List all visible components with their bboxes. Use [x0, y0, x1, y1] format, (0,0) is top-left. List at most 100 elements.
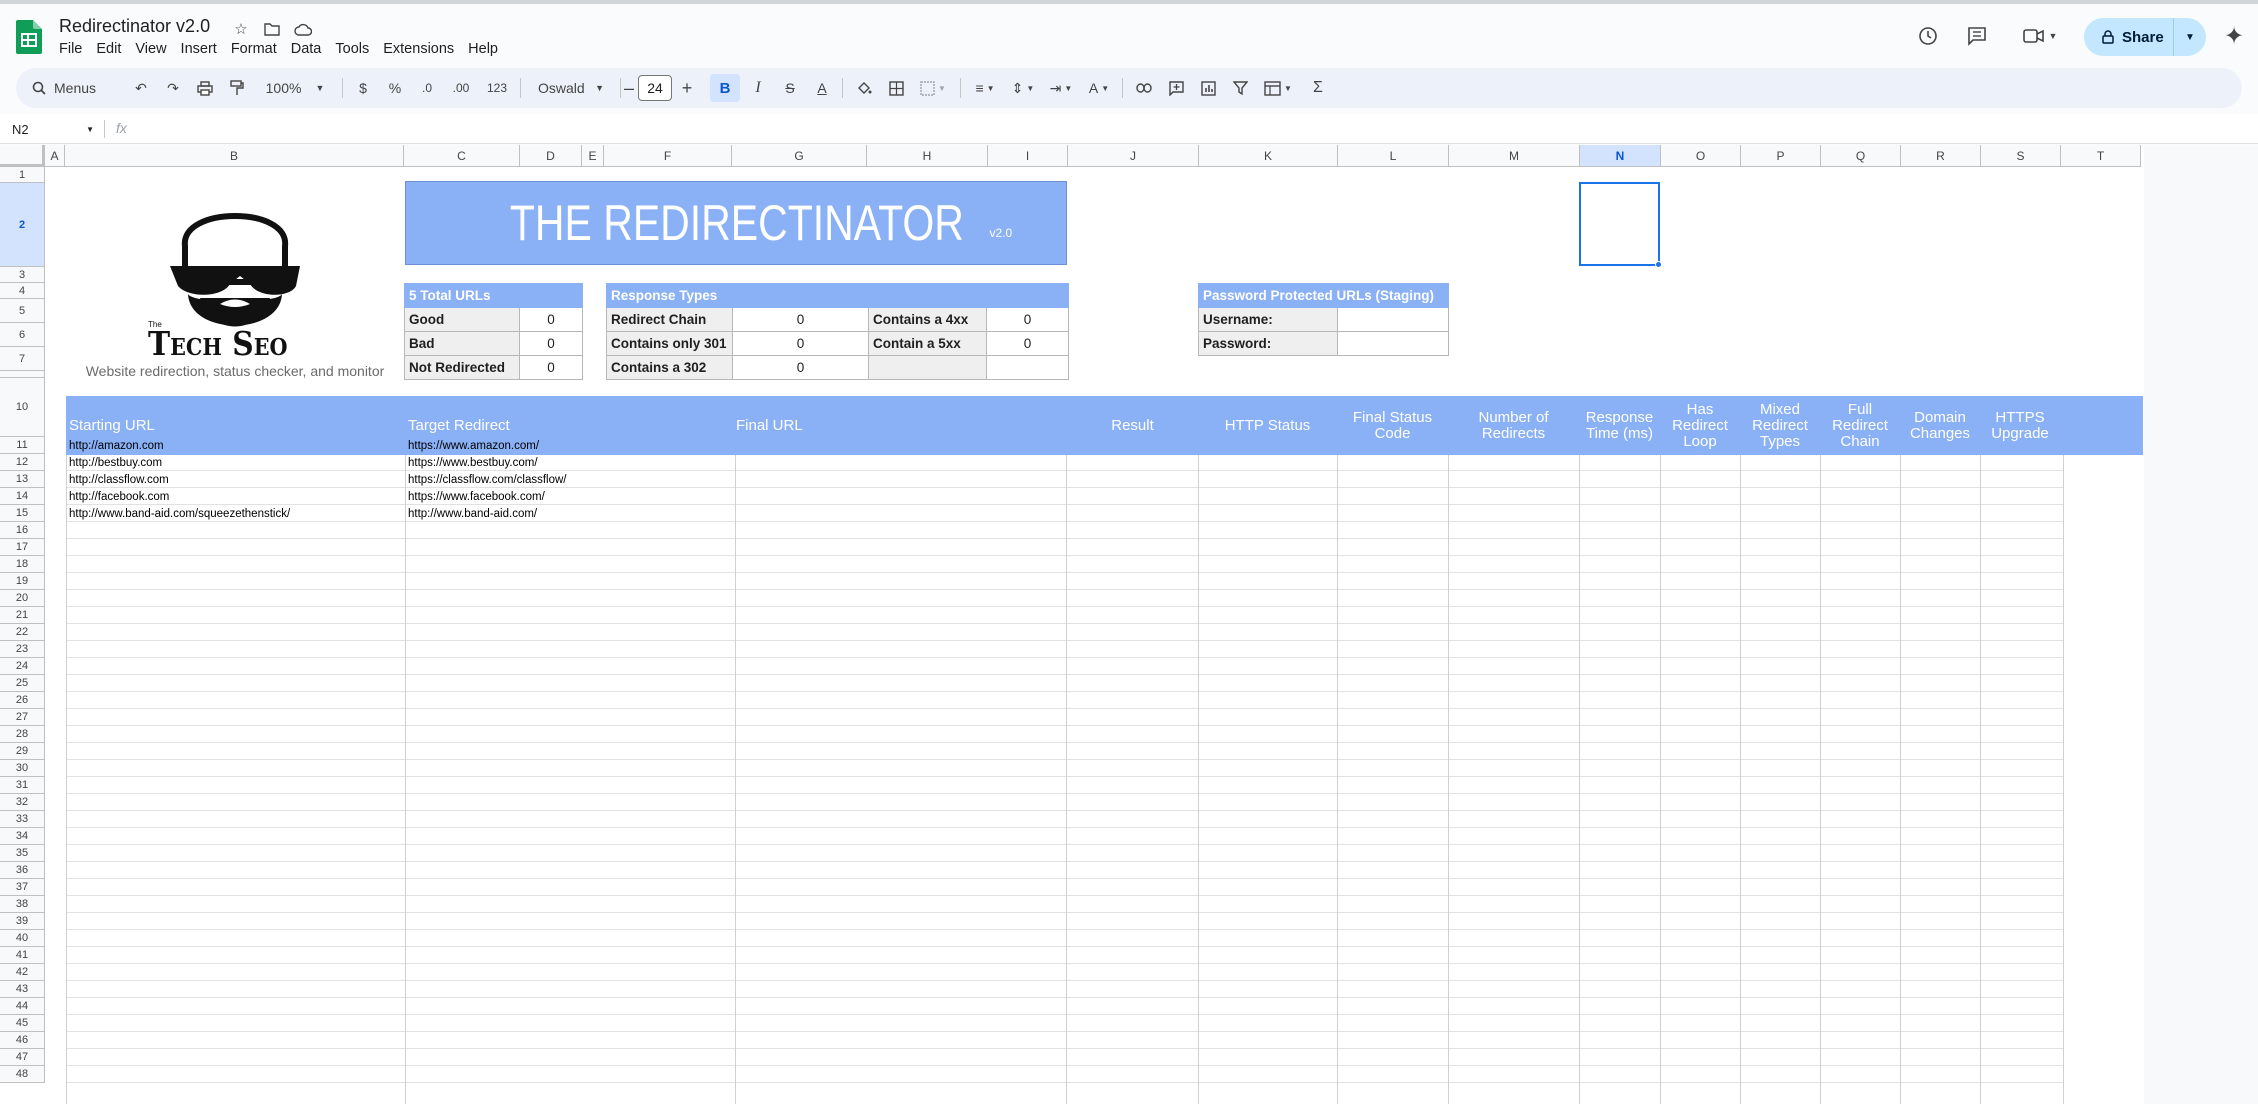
star-icon[interactable]: ☆: [230, 18, 252, 40]
row-header[interactable]: 27: [0, 709, 45, 726]
column-header-a[interactable]: A: [45, 145, 65, 167]
document-title[interactable]: Redirectinator v2.0: [59, 16, 210, 37]
row-header[interactable]: 14: [0, 488, 45, 505]
row-header[interactable]: 5: [0, 299, 45, 323]
column-header-r[interactable]: R: [1901, 145, 1981, 167]
font-size-increase-button[interactable]: +: [676, 68, 698, 108]
row-header[interactable]: 13: [0, 471, 45, 488]
row-header[interactable]: 22: [0, 624, 45, 641]
row-header[interactable]: 20: [0, 590, 45, 607]
column-header-k[interactable]: K: [1199, 145, 1338, 167]
menu-data[interactable]: Data: [284, 38, 329, 60]
header-has-redirect-loop[interactable]: Has Redirect Loop: [1660, 396, 1740, 455]
row-header[interactable]: 43: [0, 981, 45, 998]
column-header-q[interactable]: Q: [1821, 145, 1901, 167]
gemini-spark-icon[interactable]: ✦: [2224, 22, 2244, 51]
row-header[interactable]: 48: [0, 1066, 45, 1083]
filter-views-icon[interactable]: ▼: [1258, 68, 1298, 108]
menu-help[interactable]: Help: [461, 38, 505, 60]
row-header[interactable]: 16: [0, 522, 45, 539]
row-header[interactable]: 42: [0, 964, 45, 981]
text-color-button[interactable]: A: [808, 68, 836, 108]
row-header[interactable]: [0, 371, 45, 378]
row-header[interactable]: 38: [0, 896, 45, 913]
row-header[interactable]: 46: [0, 1032, 45, 1049]
target-redirect-cell[interactable]: https://classflow.com/classflow/: [408, 471, 567, 488]
column-header-s[interactable]: S: [1981, 145, 2061, 167]
currency-format-button[interactable]: $: [350, 68, 376, 108]
row-header[interactable]: 47: [0, 1049, 45, 1066]
response-label[interactable]: Contain a 5xx: [868, 331, 987, 356]
row-header[interactable]: 40: [0, 930, 45, 947]
italic-button[interactable]: I: [744, 68, 772, 108]
meet-icon[interactable]: ▼: [2018, 20, 2062, 52]
decrease-decimal-button[interactable]: .0: [414, 68, 440, 108]
column-header-i[interactable]: I: [988, 145, 1068, 167]
menu-file[interactable]: File: [52, 38, 89, 60]
fill-handle[interactable]: [1655, 261, 1662, 268]
row-header[interactable]: 34: [0, 828, 45, 845]
paint-format-icon[interactable]: [224, 68, 250, 108]
row-header[interactable]: 11: [0, 437, 45, 454]
header-response-time[interactable]: Response Time (ms): [1579, 396, 1660, 455]
response-value[interactable]: 0: [732, 331, 869, 356]
row-header[interactable]: 30: [0, 760, 45, 777]
zoom-select[interactable]: 100% ▼: [258, 68, 332, 108]
target-redirect-cell[interactable]: https://www.facebook.com/: [408, 488, 545, 505]
header-final-url[interactable]: Final URL: [736, 396, 803, 455]
row-header[interactable]: 39: [0, 913, 45, 930]
row-header[interactable]: 7: [0, 347, 45, 371]
column-header-c[interactable]: C: [404, 145, 520, 167]
menu-tools[interactable]: Tools: [328, 38, 376, 60]
row-header[interactable]: 31: [0, 777, 45, 794]
strikethrough-button[interactable]: S: [776, 68, 804, 108]
summary-label[interactable]: Not Redirected: [404, 355, 520, 380]
insert-chart-icon[interactable]: [1194, 68, 1222, 108]
vertical-align-icon[interactable]: ⇕ ▼: [1006, 68, 1040, 108]
number-format-button[interactable]: 123: [480, 68, 514, 108]
row-header[interactable]: 44: [0, 998, 45, 1015]
response-value[interactable]: 0: [732, 307, 869, 332]
summary-label[interactable]: Bad: [404, 331, 520, 356]
username-field[interactable]: [1337, 307, 1449, 332]
column-header-h[interactable]: H: [867, 145, 988, 167]
header-https-upgrade[interactable]: HTTPS Upgrade: [1980, 396, 2060, 455]
column-header-l[interactable]: L: [1338, 145, 1449, 167]
header-final-status-code[interactable]: Final Status Code: [1337, 396, 1448, 455]
search-menus[interactable]: Menus: [24, 74, 124, 102]
undo-icon[interactable]: ↶: [128, 68, 154, 108]
sheets-logo-icon[interactable]: [16, 20, 42, 54]
filter-icon[interactable]: [1226, 68, 1254, 108]
response-label[interactable]: [868, 355, 987, 380]
formula-input[interactable]: [140, 117, 2140, 141]
response-value[interactable]: [986, 355, 1069, 380]
insert-comment-icon[interactable]: [1162, 68, 1190, 108]
column-header-j[interactable]: J: [1068, 145, 1199, 167]
row-header[interactable]: 26: [0, 692, 45, 709]
starting-url-cell[interactable]: http://facebook.com: [69, 488, 169, 505]
row-header[interactable]: 1: [0, 167, 45, 183]
column-header-t[interactable]: T: [2061, 145, 2141, 167]
fill-color-icon[interactable]: [850, 68, 878, 108]
header-full-redirect-chain[interactable]: Full Redirect Chain: [1820, 396, 1900, 455]
move-folder-icon[interactable]: [261, 18, 283, 40]
percent-format-button[interactable]: %: [382, 68, 408, 108]
response-label[interactable]: Contains a 4xx: [868, 307, 987, 332]
row-header[interactable]: 24: [0, 658, 45, 675]
bold-button[interactable]: B: [710, 74, 740, 102]
summary-value[interactable]: 0: [519, 355, 583, 380]
starting-url-cell[interactable]: http://www.band-aid.com/squeezethenstick…: [69, 505, 290, 522]
menu-insert[interactable]: Insert: [174, 38, 224, 60]
row-header[interactable]: 25: [0, 675, 45, 692]
response-value[interactable]: 0: [732, 355, 869, 380]
response-value[interactable]: 0: [986, 331, 1069, 356]
summary-value[interactable]: 0: [519, 307, 583, 332]
target-redirect-cell[interactable]: http://www.band-aid.com/: [408, 505, 537, 522]
share-dropdown-icon[interactable]: ▼: [2174, 32, 2206, 43]
font-size-decrease-button[interactable]: –: [620, 68, 638, 108]
response-label[interactable]: Contains only 301: [606, 331, 733, 356]
insert-link-icon[interactable]: [1130, 68, 1158, 108]
borders-icon[interactable]: [882, 68, 910, 108]
target-redirect-cell[interactable]: https://www.amazon.com/: [408, 437, 539, 454]
merge-cells-icon[interactable]: ▼: [914, 68, 952, 108]
